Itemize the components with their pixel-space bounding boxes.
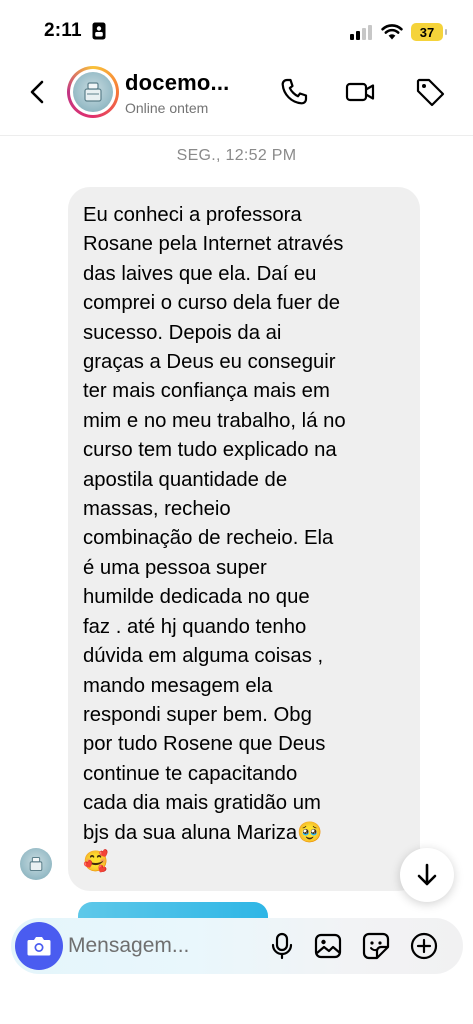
message-bubble[interactable]: Eu conheci a professora Rosane pela Inte… — [68, 187, 420, 892]
cake-logo-icon — [29, 856, 43, 872]
contact-avatar[interactable] — [67, 66, 119, 118]
wifi-icon — [381, 24, 403, 40]
status-time: 2:11 — [44, 20, 82, 41]
camera-button[interactable] — [15, 922, 63, 970]
cake-logo-icon — [84, 82, 102, 102]
arrow-down-icon — [417, 863, 437, 886]
gallery-icon[interactable] — [313, 931, 343, 961]
tag-icon[interactable] — [414, 76, 446, 108]
contact-name[interactable]: docemo... — [125, 70, 230, 96]
contact-status: Online ontem — [125, 100, 209, 116]
camera-icon — [27, 937, 51, 956]
focus-badge-icon — [92, 22, 106, 40]
back-arrow-icon[interactable] — [26, 76, 50, 108]
cellular-signal-icon — [350, 25, 372, 40]
phone-call-icon[interactable] — [278, 76, 310, 108]
chat-header: docemo... Online ontem — [0, 58, 473, 136]
status-bar: 2:11 37 — [0, 0, 473, 58]
battery-indicator: 37 — [411, 23, 447, 41]
scroll-to-bottom-button[interactable] — [400, 848, 454, 902]
microphone-icon[interactable] — [267, 931, 297, 961]
status-indicators: 37 — [349, 22, 447, 42]
contact-avatar-image — [73, 72, 113, 112]
sticker-icon[interactable] — [361, 931, 391, 961]
message-timestamp: SEG., 12:52 PM — [176, 147, 297, 164]
message-composer — [11, 918, 463, 974]
add-icon[interactable] — [409, 931, 439, 961]
message-input[interactable] — [68, 932, 228, 960]
sender-avatar[interactable] — [20, 848, 52, 880]
video-call-icon[interactable] — [344, 76, 376, 108]
